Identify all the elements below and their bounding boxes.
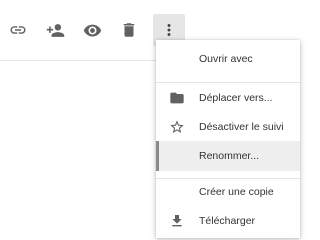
menu-item-label: Renommer... (199, 150, 260, 162)
menu-item-label: Ouvrir avec (199, 53, 253, 65)
menu-item-rename[interactable]: Renommer... (156, 141, 300, 171)
preview-button[interactable] (76, 14, 108, 46)
share-button[interactable] (39, 14, 71, 46)
drive-page: Ouvrir avec Déplacer vers... Désactiver … (0, 0, 300, 238)
trash-icon (123, 23, 135, 37)
menu-item-label: Créer une copie (199, 186, 274, 198)
more-actions-menu: Ouvrir avec Déplacer vers... Désactiver … (156, 40, 300, 238)
star-outline-icon (170, 120, 184, 133)
menu-item-download[interactable]: Télécharger (156, 206, 300, 236)
toolbar-divider (0, 60, 170, 61)
menu-item-remove-star[interactable]: Désactiver le suivi (156, 112, 300, 142)
menu-item-move-to[interactable]: Déplacer vers... (156, 83, 300, 113)
share-icon (46, 23, 64, 37)
menu-item-label: Télécharger (199, 215, 256, 227)
download-icon (172, 215, 182, 227)
menu-item-label: Désactiver le suivi (199, 121, 284, 133)
menu-item-make-copy[interactable]: Créer une copie (156, 177, 300, 207)
menu-item-label: Déplacer vers... (199, 92, 273, 104)
get-link-button[interactable] (2, 14, 34, 46)
delete-button[interactable] (113, 14, 145, 46)
link-icon (10, 26, 26, 34)
menu-item-open-with[interactable]: Ouvrir avec (156, 44, 300, 74)
folder-icon (170, 92, 184, 104)
preview-icon (83, 24, 101, 36)
more-vert-icon (167, 24, 171, 36)
